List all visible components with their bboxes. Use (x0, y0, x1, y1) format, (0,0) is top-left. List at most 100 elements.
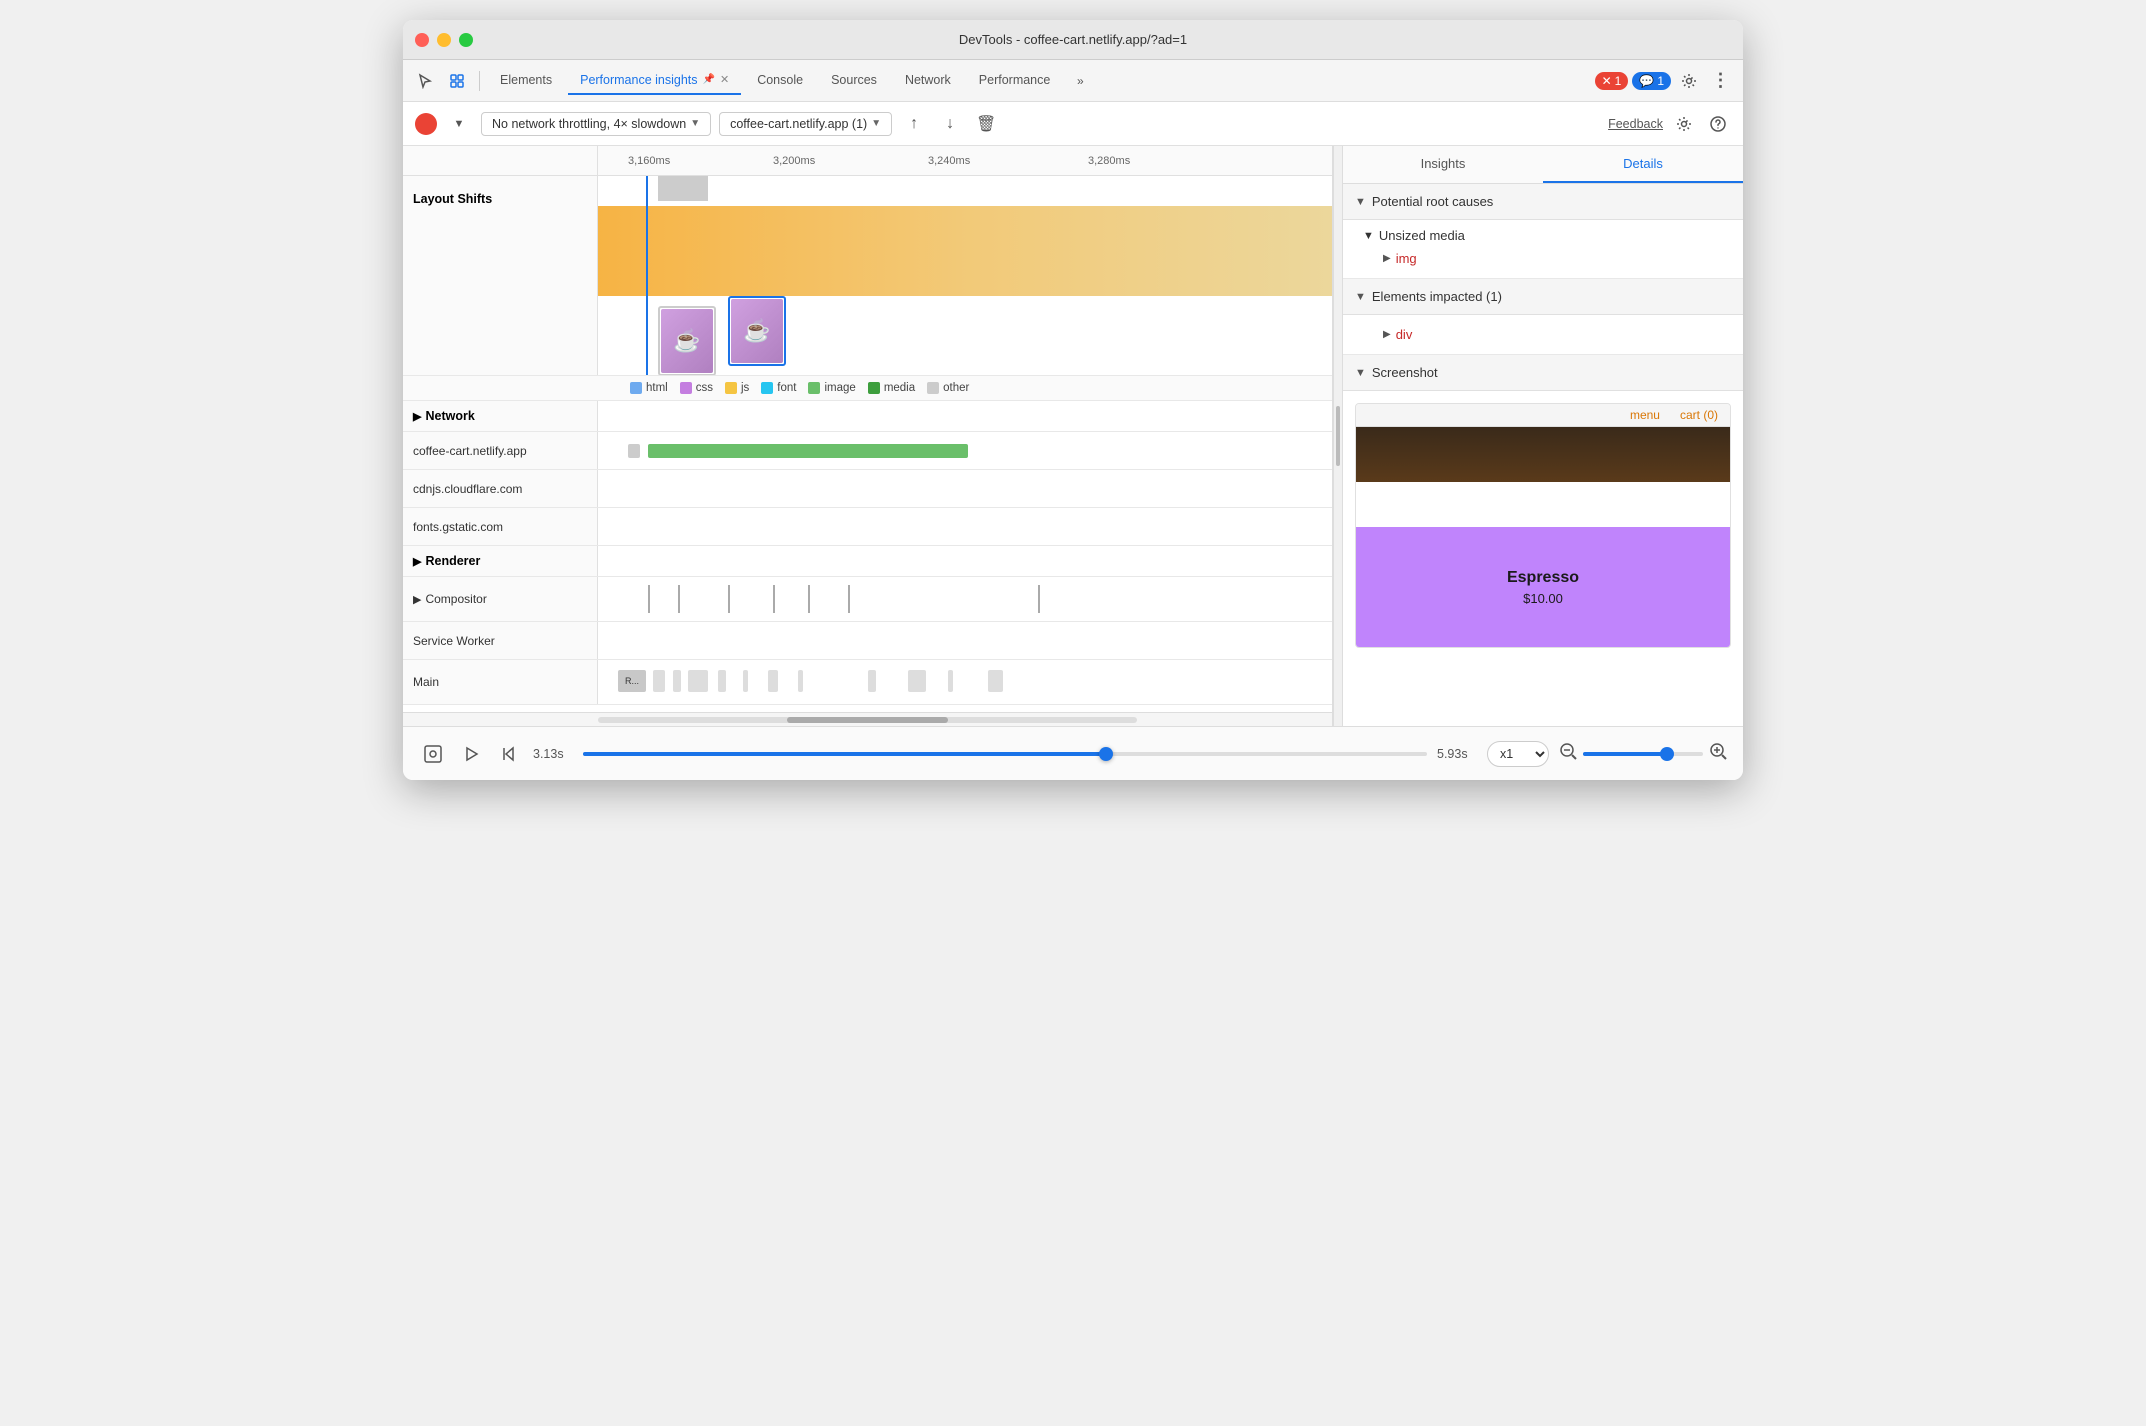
maximize-button[interactable] (459, 33, 473, 47)
titlebar: DevTools - coffee-cart.netlify.app/?ad=1 (403, 20, 1743, 60)
zoom-slider[interactable] (1583, 752, 1703, 756)
cursor-icon[interactable] (411, 67, 439, 95)
network-row-2: cdnjs.cloudflare.com (403, 470, 1332, 508)
zoom-thumb[interactable] (1660, 747, 1674, 761)
download-button[interactable]: ↓ (936, 110, 964, 138)
zoom-in-button[interactable] (1709, 742, 1727, 765)
root-causes-section[interactable]: ▼ Potential root causes (1343, 184, 1743, 220)
tab-details[interactable]: Details (1543, 146, 1743, 183)
inspect-icon[interactable] (443, 67, 471, 95)
tab-performance-insights[interactable]: Performance insights 📌 ✕ (568, 67, 741, 95)
close-button[interactable] (415, 33, 429, 47)
record-button[interactable] (415, 113, 437, 135)
div-item[interactable]: ▶ div (1363, 323, 1731, 346)
settings-button[interactable] (1671, 111, 1697, 137)
panel-tabs: Insights Details (1343, 146, 1743, 184)
scrollbar-thumb[interactable] (787, 717, 949, 723)
timeline-rows: Layout Shifts ☕ ☕ (403, 176, 1332, 712)
zoom-out-button[interactable] (1559, 742, 1577, 765)
error-badge[interactable]: ✕ 1 (1595, 72, 1629, 90)
root-causes-arrow: ▼ (1355, 196, 1366, 208)
unsized-media-label: Unsized media (1379, 228, 1465, 243)
screenshot-coffee-image (1356, 427, 1730, 482)
espresso-price: $10.00 (1523, 591, 1563, 606)
tab-insights[interactable]: Insights (1343, 146, 1543, 183)
main-task-5 (743, 670, 748, 692)
media-color-dot (868, 382, 880, 394)
orange-gradient-bar (598, 206, 1332, 296)
chevron-down-icon[interactable]: ▼ (445, 110, 473, 138)
div-link: div (1396, 327, 1413, 342)
playback-slider[interactable] (583, 752, 1427, 756)
tab-elements[interactable]: Elements (488, 67, 564, 95)
throttling-dropdown[interactable]: No network throttling, 4× slowdown ▼ (481, 112, 711, 136)
network-row-1: coffee-cart.netlify.app (403, 432, 1332, 470)
more-tabs-button[interactable]: » (1066, 67, 1094, 95)
more-options-icon[interactable]: ⋮ (1707, 67, 1735, 95)
sources-tab-label: Sources (831, 73, 877, 87)
layout-shifts-content: ☕ ☕ (598, 176, 1332, 375)
legend-other: other (927, 382, 969, 394)
performance-tab-label: Performance (979, 73, 1051, 87)
chat-icon: 💬 (1639, 74, 1654, 88)
elements-impacted-label: Elements impacted (1) (1372, 289, 1502, 304)
tick-7 (1038, 585, 1040, 613)
product-card-1[interactable]: ☕ (658, 306, 716, 375)
panel-divider[interactable] (1333, 146, 1343, 726)
network-row-label-2: cdnjs.cloudflare.com (403, 470, 598, 507)
skip-to-start-button[interactable] (495, 740, 523, 768)
panel-content: ▼ Potential root causes ▼ Unsized media … (1343, 184, 1743, 726)
screenshot-section[interactable]: ▼ Screenshot (1343, 355, 1743, 391)
compositor-row: ▶ Compositor (403, 577, 1332, 622)
info-badge[interactable]: 💬 1 (1632, 72, 1671, 90)
screenshot-header-bar: menu cart (0) (1356, 404, 1730, 427)
time-start: 3.13s (533, 747, 573, 761)
legend-font: font (761, 382, 796, 394)
cart-link[interactable]: cart (0) (1680, 408, 1718, 422)
renderer-header-row: ▶ Renderer (403, 546, 1332, 577)
network-row-label-1: coffee-cart.netlify.app (403, 432, 598, 469)
menu-link[interactable]: menu (1630, 408, 1660, 422)
elements-impacted-section[interactable]: ▼ Elements impacted (1) (1343, 279, 1743, 315)
legend-row: html css js font (403, 376, 1332, 401)
minimize-button[interactable] (437, 33, 451, 47)
product-card-2[interactable]: ☕ (728, 296, 786, 366)
unsized-media-header[interactable]: ▼ Unsized media (1363, 228, 1731, 243)
tab-console[interactable]: Console (745, 67, 815, 95)
img-item[interactable]: ▶ img (1363, 247, 1731, 270)
timeline-panel: 3,160ms 3,200ms 3,240ms 3,280ms Layout S… (403, 146, 1333, 726)
tab-network[interactable]: Network (893, 67, 963, 95)
legend-html: html (630, 382, 668, 394)
pin-icon: 📌 (703, 74, 715, 85)
legend-js: js (725, 382, 749, 394)
delete-button[interactable]: 🗑 (972, 110, 1000, 138)
tick-1 (648, 585, 650, 613)
play-button[interactable] (457, 740, 485, 768)
renderer-label[interactable]: ▶ Renderer (403, 546, 598, 576)
unsized-media-arrow: ▼ (1363, 230, 1374, 242)
tab-performance[interactable]: Performance (967, 67, 1063, 95)
img-link: img (1396, 251, 1417, 266)
network-label[interactable]: ▶ Network (403, 401, 598, 431)
url-label: coffee-cart.netlify.app (1) (730, 117, 867, 131)
right-panel: Insights Details ▼ Potential root causes… (1343, 146, 1743, 726)
close-tab-icon[interactable]: ✕ (720, 73, 729, 86)
div-subsection: ▶ div (1343, 315, 1743, 355)
time-marker-1: 3,160ms (628, 155, 670, 167)
service-worker-content (598, 622, 1332, 659)
speed-selector[interactable]: x1 x0.5 x2 (1487, 741, 1549, 767)
tick-6 (848, 585, 850, 613)
upload-button[interactable]: ↑ (900, 110, 928, 138)
screenshot-toggle-button[interactable] (419, 740, 447, 768)
tab-sources[interactable]: Sources (819, 67, 889, 95)
network-tab-label: Network (905, 73, 951, 87)
slider-thumb[interactable] (1099, 747, 1113, 761)
main-task-2 (673, 670, 681, 692)
settings-icon[interactable] (1675, 67, 1703, 95)
main-task-1 (653, 670, 665, 692)
url-dropdown[interactable]: coffee-cart.netlify.app (1) ▼ (719, 112, 892, 136)
renderer-content (598, 546, 1332, 576)
feedback-button[interactable]: Feedback (1608, 117, 1663, 131)
help-button[interactable] (1705, 111, 1731, 137)
horizontal-scrollbar[interactable] (403, 712, 1332, 726)
